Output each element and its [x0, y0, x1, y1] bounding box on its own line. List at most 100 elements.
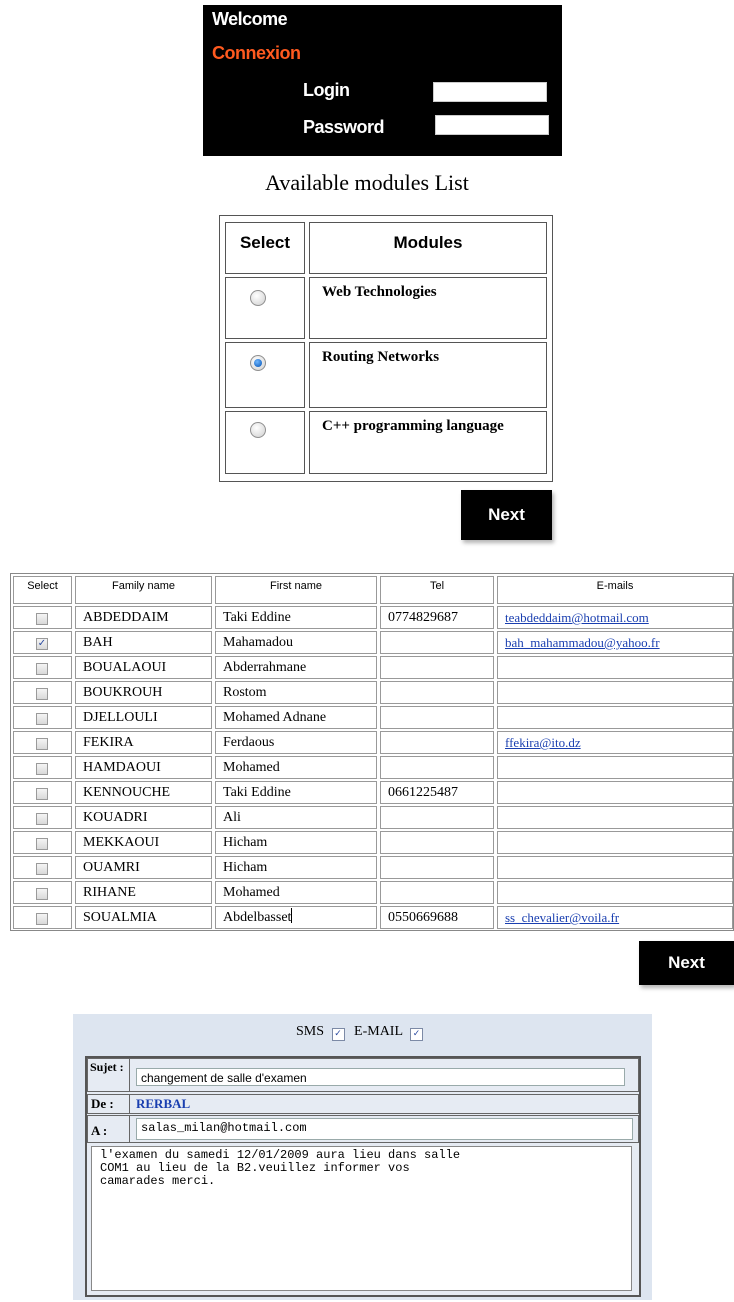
first-name-cell: Mohamed — [215, 756, 377, 779]
row-checkbox[interactable] — [36, 913, 48, 925]
row-checkbox[interactable] — [36, 888, 48, 900]
first-name-cell: Taki Eddine — [215, 606, 377, 629]
module-name-cpp: C++ programming language — [309, 411, 547, 474]
row-checkbox[interactable] — [36, 813, 48, 825]
first-name-cell: Abderrahmane — [215, 656, 377, 679]
email-cell[interactable]: ss_chevalier@voila.fr — [497, 906, 733, 929]
welcome-heading: Welcome — [212, 9, 288, 29]
row-select-cell — [13, 756, 72, 779]
sms-checkbox[interactable]: ✓ — [331, 1028, 345, 1041]
to-input[interactable]: salas_milan@hotmail.com — [136, 1118, 633, 1140]
first-name-cell: Rostom — [215, 681, 377, 704]
modules-header-modules: Modules — [309, 222, 547, 274]
first-name-cell: Ferdaous — [215, 731, 377, 754]
row-select-cell — [13, 681, 72, 704]
module-select-cell — [225, 277, 305, 339]
password-input[interactable] — [435, 115, 549, 135]
message-panel: SMS ✓ E-MAIL ✓ Sujet : changement de sal… — [73, 1014, 652, 1300]
family-name-cell: OUAMRI — [75, 856, 212, 879]
row-select-cell — [13, 831, 72, 854]
email-cell[interactable]: teabdeddaim@hotmail.com — [497, 606, 733, 629]
email-cell — [497, 756, 733, 779]
email-cell — [497, 806, 733, 829]
row-checkbox[interactable] — [36, 713, 48, 725]
modules-title: Available modules List — [265, 170, 469, 195]
row-checkbox[interactable] — [36, 738, 48, 750]
email-cell — [497, 856, 733, 879]
email-cell[interactable]: bah_mahammadou@yahoo.fr — [497, 631, 733, 654]
login-panel: Welcome Connexion Login Password — [203, 5, 562, 156]
password-label: Password — [303, 117, 385, 137]
row-select-cell — [13, 881, 72, 904]
tel-cell — [380, 681, 494, 704]
tel-cell — [380, 881, 494, 904]
module-radio-cpp[interactable] — [250, 422, 266, 438]
email-checkbox[interactable]: ✓ — [410, 1028, 423, 1041]
students-header-tel: Tel — [380, 576, 494, 604]
subject-input[interactable]: changement de salle d'examen — [136, 1068, 625, 1086]
modules-header-select: Select — [225, 222, 305, 274]
from-row: De : RERBAL — [87, 1094, 639, 1114]
tel-cell: 0774829687 — [380, 606, 494, 629]
tel-cell — [380, 706, 494, 729]
login-input[interactable] — [433, 82, 547, 102]
family-name-cell: ABDEDDAIM — [75, 606, 212, 629]
email-cell[interactable]: ffekira@ito.dz — [497, 731, 733, 754]
first-name-cell: Hicham — [215, 831, 377, 854]
module-radio-web[interactable] — [250, 290, 266, 306]
family-name-cell: BAH — [75, 631, 212, 654]
row-select-cell: ✓ — [13, 631, 72, 654]
row-checkbox[interactable] — [36, 788, 48, 800]
connexion-heading: Connexion — [212, 43, 301, 63]
modules-next-button[interactable]: Next — [461, 490, 552, 540]
first-name-cell: Mahamadou — [215, 631, 377, 654]
students-header-select: Select — [13, 576, 72, 604]
login-label: Login — [303, 80, 350, 100]
row-checkbox[interactable] — [36, 613, 48, 625]
family-name-cell: SOUALMIA — [75, 906, 212, 929]
email-label: E-MAIL — [354, 1024, 403, 1039]
tel-cell — [380, 806, 494, 829]
tel-cell: 0550669688 — [380, 906, 494, 929]
first-name-cell: Mohamed — [215, 881, 377, 904]
row-checkbox[interactable] — [36, 763, 48, 775]
row-checkbox[interactable] — [36, 838, 48, 850]
row-select-cell — [13, 781, 72, 804]
modules-table: Select Modules Web Technologies Routing … — [219, 215, 553, 482]
sms-label: SMS — [296, 1024, 325, 1039]
from-label: De : — [88, 1095, 130, 1113]
first-name-cell: Abdelbasset — [215, 906, 377, 929]
row-select-cell — [13, 731, 72, 754]
row-select-cell — [13, 606, 72, 629]
email-cell — [497, 831, 733, 854]
first-name-cell: Taki Eddine — [215, 781, 377, 804]
to-label: A : — [88, 1116, 130, 1142]
module-select-cell — [225, 411, 305, 474]
row-checkbox[interactable] — [36, 863, 48, 875]
channel-options: SMS ✓ E-MAIL ✓ — [73, 1024, 652, 1041]
family-name-cell: DJELLOULI — [75, 706, 212, 729]
module-name-routing: Routing Networks — [309, 342, 547, 408]
tel-cell — [380, 656, 494, 679]
row-checkbox[interactable] — [36, 663, 48, 675]
row-checkbox[interactable] — [36, 688, 48, 700]
from-value: RERBAL — [136, 1096, 191, 1111]
row-checkbox[interactable]: ✓ — [36, 638, 48, 650]
tel-cell: 0661225487 — [380, 781, 494, 804]
message-form: Sujet : changement de salle d'examen De … — [85, 1056, 641, 1297]
tel-cell — [380, 831, 494, 854]
email-cell — [497, 656, 733, 679]
message-body-textarea[interactable]: l'examen du samedi 12/01/2009 aura lieu … — [91, 1146, 632, 1291]
family-name-cell: MEKKAOUI — [75, 831, 212, 854]
students-header-emails: E-mails — [497, 576, 733, 604]
family-name-cell: BOUALAOUI — [75, 656, 212, 679]
students-next-button[interactable]: Next — [639, 941, 734, 985]
email-cell — [497, 706, 733, 729]
students-header-first: First name — [215, 576, 377, 604]
module-radio-routing[interactable] — [250, 355, 266, 371]
tel-cell — [380, 631, 494, 654]
students-table: Select Family name First name Tel E-mail… — [10, 573, 734, 931]
text-caret — [291, 908, 293, 923]
module-name-web: Web Technologies — [309, 277, 547, 339]
row-select-cell — [13, 806, 72, 829]
